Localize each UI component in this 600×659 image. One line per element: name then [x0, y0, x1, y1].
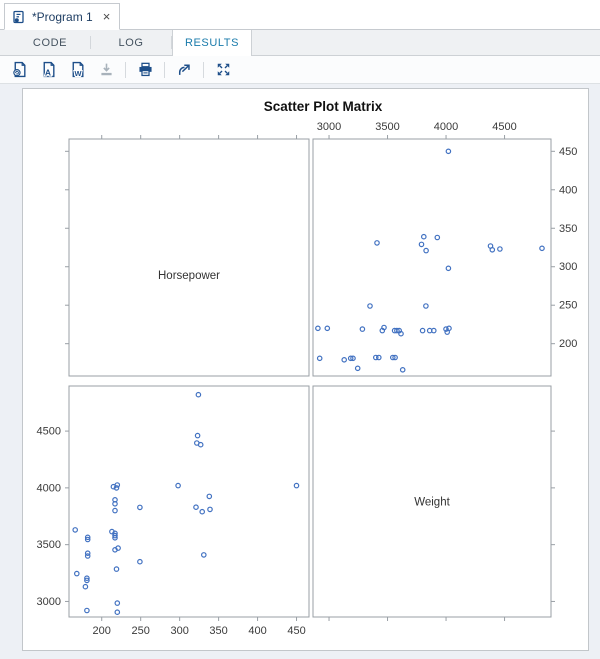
weight-axis-label: 3500	[37, 539, 61, 551]
refresh-html-results-button[interactable]	[7, 59, 31, 81]
horsepower-axis-label: 300	[170, 625, 188, 637]
weight-axis-label: 3500	[375, 121, 399, 133]
weight-axis-label: 4000	[434, 121, 458, 133]
close-tab-icon[interactable]: ×	[103, 10, 111, 23]
program-tab-bar: *Program 1 ×	[0, 0, 600, 30]
weight-axis-label: 4000	[37, 482, 61, 494]
horsepower-axis-label: 250	[132, 625, 150, 637]
view-tab-bar: CODE LOG RESULTS	[0, 30, 600, 56]
horsepower-axis-label: 300	[559, 261, 577, 273]
tab-program-1[interactable]: *Program 1 ×	[4, 3, 121, 30]
program-file-icon	[12, 10, 26, 24]
horsepower-axis-label: 400	[559, 184, 577, 196]
pdf-document-icon: A	[43, 61, 55, 78]
program-tab-title: *Program 1	[32, 9, 93, 24]
matrix-panel-bl	[68, 385, 310, 618]
diagonal-label-horsepower: Horsepower	[158, 270, 220, 282]
toolbar-divider	[203, 61, 204, 78]
download-pdf-button[interactable]: A	[36, 59, 60, 81]
horsepower-axis-label: 250	[559, 300, 577, 312]
horsepower-axis-label: 400	[248, 625, 266, 637]
svg-text:A: A	[44, 67, 50, 77]
printer-icon	[138, 62, 152, 77]
horsepower-axis-label: 350	[559, 223, 577, 235]
open-new-window-icon	[178, 64, 190, 75]
scatter-plot-matrix: Scatter Plot Matrix 3000 3500 4000 4500 200 25…	[37, 99, 578, 637]
results-card: Scatter Plot Matrix 3000 3500 4000 4500 200 25…	[22, 88, 589, 651]
toolbar-divider	[125, 61, 126, 78]
horsepower-axis-label: 450	[287, 625, 305, 637]
results-content: Scatter Plot Matrix 3000 3500 4000 4500 200 25…	[0, 84, 600, 659]
results-toolbar: A W	[0, 56, 600, 84]
svg-text:W: W	[74, 69, 81, 78]
sas-studio-window: *Program 1 × CODE LOG RESULTS A W Scatte…	[0, 0, 600, 659]
tab-code[interactable]: CODE	[10, 30, 90, 55]
diagonal-label-weight: Weight	[414, 497, 450, 509]
horsepower-axis-label: 200	[559, 338, 577, 350]
weight-axis-label: 3000	[317, 121, 341, 133]
download-results-button[interactable]	[94, 59, 118, 81]
toolbar-divider	[164, 61, 165, 78]
matrix-panel-tl	[68, 138, 310, 377]
download-icon	[100, 63, 112, 76]
maximize-view-button[interactable]	[211, 59, 235, 81]
matrix-panel-tr	[312, 138, 552, 377]
horsepower-axis-label: 350	[209, 625, 227, 637]
tab-results[interactable]: RESULTS	[172, 30, 252, 56]
tab-log[interactable]: LOG	[91, 30, 171, 55]
chart-title: Scatter Plot Matrix	[264, 99, 383, 114]
weight-axis-label: 4500	[492, 121, 516, 133]
weight-axis-label: 4500	[37, 426, 61, 438]
print-results-button[interactable]	[133, 59, 157, 81]
horsepower-axis-label: 200	[93, 625, 111, 637]
word-document-icon: W	[72, 61, 84, 78]
horsepower-axis-label: 450	[559, 146, 577, 158]
download-word-button[interactable]: W	[65, 59, 89, 81]
open-new-window-button[interactable]	[172, 59, 196, 81]
maximize-icon	[217, 63, 229, 76]
html-document-icon	[12, 61, 26, 78]
weight-axis-label: 3000	[37, 596, 61, 608]
